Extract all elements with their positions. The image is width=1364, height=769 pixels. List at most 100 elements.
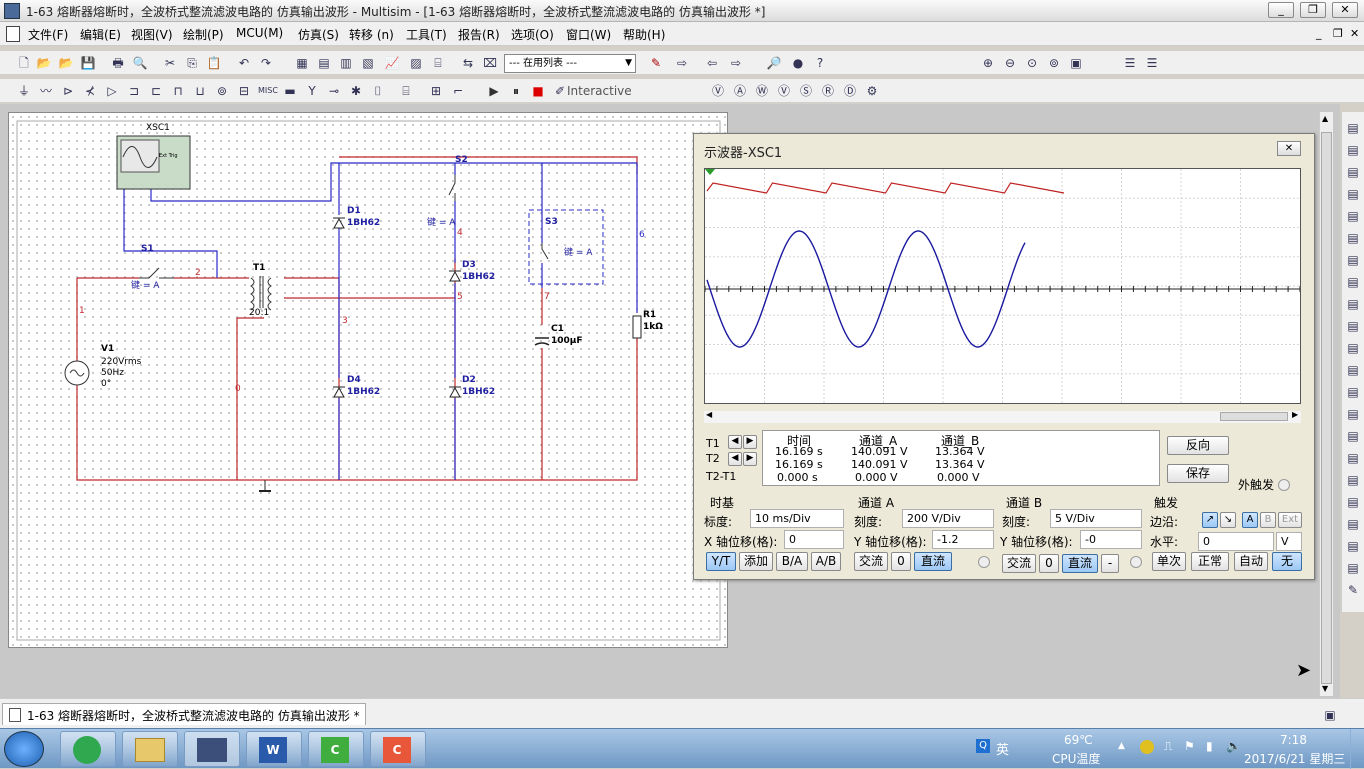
ie-taskbar-button[interactable] xyxy=(60,731,116,767)
mdi-close-icon[interactable]: ✕ xyxy=(1350,27,1359,40)
analog-icon[interactable]: ▷ xyxy=(104,83,120,99)
t1-right-button[interactable]: ▶ xyxy=(743,435,757,449)
menu-edit[interactable]: 编辑(E) xyxy=(80,26,121,43)
maximize-button[interactable]: ❐ xyxy=(1300,2,1326,18)
show-desktop-button[interactable] xyxy=(1350,729,1364,769)
basic-icon[interactable]: 〰 xyxy=(38,83,54,99)
oscilloscope-window[interactable]: 示波器-XSC1 ✕ ◀ ▶ T1 T2 T2-T1 ◀ ▶ ◀ ▶ 时间 通道… xyxy=(693,133,1315,580)
scroll-left-icon[interactable]: ◀ xyxy=(706,410,712,419)
probe-a-icon[interactable]: Ⓐ xyxy=(732,83,748,99)
advanced-peripherals-icon[interactable]: ▬ xyxy=(282,83,298,99)
full-screen-icon[interactable]: ▣ xyxy=(1068,55,1084,71)
multimeter-icon[interactable]: ▤ xyxy=(1345,120,1361,136)
mdi-minimize-icon[interactable]: _ xyxy=(1316,27,1322,40)
cmos-icon[interactable]: ⊏ xyxy=(148,83,164,99)
minimize-button[interactable]: _ xyxy=(1268,2,1294,18)
electromech-icon[interactable]: ⊸ xyxy=(326,83,342,99)
panel-icon[interactable]: ▣ xyxy=(1322,707,1338,723)
add-button[interactable]: 添加 xyxy=(739,552,773,571)
parent-sheet-icon[interactable]: ▨ xyxy=(408,55,424,71)
scope-close-button[interactable]: ✕ xyxy=(1277,141,1301,156)
agilent-mm-icon[interactable]: ▤ xyxy=(1345,450,1361,466)
clock-date[interactable]: 2017/6/21 星期三 xyxy=(1244,750,1345,767)
agilent-fg-icon[interactable]: ▤ xyxy=(1345,428,1361,444)
cha-ac-button[interactable]: 交流 xyxy=(854,552,888,571)
scroll-down-icon[interactable]: ▼ xyxy=(1322,684,1328,693)
level-field[interactable]: 0 xyxy=(1198,532,1274,551)
annotate-icon[interactable]: ⇆ xyxy=(460,55,476,71)
cha-zero-button[interactable]: 0 xyxy=(891,552,911,571)
probe-vd-icon[interactable]: Ⓥ xyxy=(776,83,792,99)
explorer-taskbar-button[interactable] xyxy=(122,731,178,767)
t1-left-button[interactable]: ◀ xyxy=(728,435,742,449)
ab-button[interactable]: A/B xyxy=(811,552,841,571)
diode-icon[interactable]: ⊳ xyxy=(60,83,76,99)
iv-analyzer-icon[interactable]: ▤ xyxy=(1345,340,1361,356)
camtasia-orange-taskbar-button[interactable]: C xyxy=(370,731,426,767)
scroll-right-icon[interactable]: ▶ xyxy=(1292,410,1298,419)
copy-icon[interactable]: ⎘ xyxy=(184,55,200,71)
power-icon[interactable]: ⊟ xyxy=(236,83,252,99)
probe-settings-icon[interactable]: ⚙ xyxy=(864,83,880,99)
menu-tools[interactable]: 工具(T) xyxy=(406,26,447,43)
menu-mcu[interactable]: MCU(M) xyxy=(236,26,283,40)
t2-right-button[interactable]: ▶ xyxy=(743,452,757,466)
rf-icon[interactable]: Y xyxy=(304,83,320,99)
chb-dc-button[interactable]: 直流 xyxy=(1062,554,1098,573)
start-button[interactable] xyxy=(4,731,44,767)
menu-transfer[interactable]: 转移 (n) xyxy=(349,26,394,43)
interactive-label[interactable]: Interactive xyxy=(567,84,632,98)
volume-icon[interactable]: 🔈 xyxy=(1226,739,1241,753)
logic-analyzer-icon[interactable]: ▤ xyxy=(1345,318,1361,334)
bus-icon[interactable]: ⌐ xyxy=(450,83,466,99)
ni-elvis-icon[interactable]: ▤ xyxy=(1345,560,1361,576)
ercheck-icon[interactable]: ⌧ xyxy=(482,55,498,71)
cha-dc-button[interactable]: 直流 xyxy=(914,552,952,571)
scroll-thumb[interactable] xyxy=(1220,412,1288,421)
zoom-area-icon[interactable]: ⊙ xyxy=(1024,55,1040,71)
chb-scale-field[interactable]: 5 V/Div xyxy=(1050,509,1142,528)
distortion-icon[interactable]: ▤ xyxy=(1345,362,1361,378)
menu-reports[interactable]: 报告(R) xyxy=(458,26,500,43)
cha-radio[interactable] xyxy=(978,556,990,568)
probe-v-icon[interactable]: Ⓥ xyxy=(710,83,726,99)
mcu-icon[interactable]: ⌸ xyxy=(398,83,414,99)
redo-icon[interactable]: ↷ xyxy=(258,55,274,71)
chb-radio[interactable] xyxy=(1130,556,1142,568)
transfer-icon[interactable]: ⇨ xyxy=(674,55,690,71)
forward-annotate-icon[interactable]: ⇨ xyxy=(728,55,744,71)
zoom-fit-icon[interactable]: ⊚ xyxy=(1046,55,1062,71)
tool-icon[interactable]: ⌸ xyxy=(430,55,446,71)
vertical-scrollbar[interactable]: ▲ ▼ xyxy=(1319,112,1333,696)
probe-ref-icon[interactable]: Ⓡ xyxy=(820,83,836,99)
probe-dig-icon[interactable]: Ⓓ xyxy=(842,83,858,99)
zoom-out-icon[interactable]: ⊖ xyxy=(1002,55,1018,71)
none-button[interactable]: 无 xyxy=(1272,552,1302,571)
probe-icon[interactable]: ✎ xyxy=(648,55,664,71)
probe-tool-icon[interactable]: ✎ xyxy=(1345,582,1361,598)
connector-icon[interactable]: ⌷ xyxy=(370,83,386,99)
menu-window[interactable]: 窗口(W) xyxy=(566,26,611,43)
menu-options[interactable]: 选项(O) xyxy=(511,26,554,43)
schematic-canvas[interactable]: Ext Trig XSC1 S1 键 = A 1 2 3 4 5 6 7 0 T… xyxy=(8,112,728,648)
zoom-in-icon[interactable]: ⊕ xyxy=(980,55,996,71)
chb-minus-button[interactable]: - xyxy=(1101,554,1119,573)
back-annotate-icon[interactable]: ⇦ xyxy=(704,55,720,71)
grapher-icon[interactable]: 📈 xyxy=(384,55,400,71)
oscilloscope-icon[interactable]: ▤ xyxy=(1345,186,1361,202)
find-icon[interactable]: 🔎 xyxy=(766,55,782,71)
cha-scale-field[interactable]: 200 V/Div xyxy=(902,509,994,528)
cut-icon[interactable]: ✂ xyxy=(162,55,178,71)
normal-button[interactable]: 正常 xyxy=(1191,552,1229,571)
database-icon[interactable]: ▥ xyxy=(338,55,354,71)
document-tab[interactable]: 1-63 熔断器熔断时，全波桥式整流滤波电路的 仿真输出波形 * xyxy=(2,703,366,725)
misc-icon[interactable]: MISC xyxy=(258,83,278,99)
bode-plotter-icon[interactable]: ▤ xyxy=(1345,230,1361,246)
ime-q-icon[interactable]: Q xyxy=(976,739,990,753)
mixed-icon[interactable]: ⊔ xyxy=(192,83,208,99)
auto-button[interactable]: 自动 xyxy=(1234,552,1268,571)
single-button[interactable]: 单次 xyxy=(1152,552,1186,571)
function-gen-icon[interactable]: ▤ xyxy=(1345,142,1361,158)
rising-edge-icon[interactable]: ↗ xyxy=(1202,512,1218,528)
ime-label[interactable]: 英 xyxy=(996,739,1009,758)
